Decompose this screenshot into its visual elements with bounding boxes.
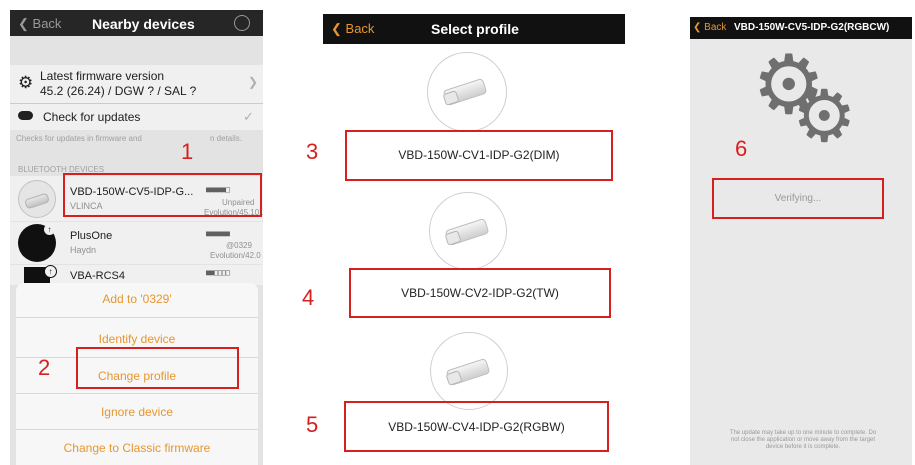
nav-bar: ❮ Back VBD-150W-CV5-IDP-G2(RGBCW)	[690, 17, 912, 39]
step-label-1: 1	[181, 139, 194, 164]
account-icon[interactable]	[234, 15, 250, 31]
highlight-device	[63, 173, 262, 217]
profile-label: VBD-150W-CV4-IDP-G2(RGBW)	[388, 420, 565, 434]
step-label-5: 5	[306, 412, 319, 437]
step-label-3: 3	[306, 139, 319, 164]
screen-select-profile: ❮ Back Select profile	[323, 14, 625, 465]
add-to-group-button[interactable]: Add to '0329'	[16, 292, 258, 306]
profile-option-1[interactable]: VBD-150W-CV1-IDP-G2(DIM)	[345, 130, 613, 181]
back-button[interactable]: ❮ Back	[331, 21, 374, 37]
ignore-device-button[interactable]: Ignore device	[16, 405, 258, 419]
step-label-2: 2	[38, 355, 51, 380]
step-label-4: 4	[302, 285, 315, 310]
gears-icon: ⚙ ⚙	[752, 45, 872, 159]
profile-label: VBD-150W-CV1-IDP-G2(DIM)	[398, 148, 560, 162]
step-label-6: 6	[735, 136, 748, 161]
page-title: Select profile	[431, 21, 519, 37]
nav-bar: ❮ Back Select profile	[323, 14, 625, 44]
back-button[interactable]: ❮ Back	[693, 22, 726, 33]
divider	[16, 317, 258, 318]
identify-device-button[interactable]: Identify device	[16, 332, 258, 346]
verifying-note: The update may take up to one minute to …	[729, 430, 877, 450]
divider	[16, 429, 258, 430]
profile-label: VBD-150W-CV2-IDP-G2(TW)	[401, 286, 559, 300]
page-title: VBD-150W-CV5-IDP-G2(RGBCW)	[734, 22, 890, 33]
back-button[interactable]: ❮ Back	[18, 16, 61, 32]
chevron-left-icon: ❮	[331, 21, 342, 36]
screen-verifying: ❮ Back VBD-150W-CV5-IDP-G2(RGBCW) ⚙ ⚙ Th…	[690, 17, 912, 465]
chevron-left-icon: ❮	[693, 22, 702, 33]
classic-firmware-button[interactable]: Change to Classic firmware	[16, 441, 258, 455]
chevron-left-icon: ❮	[18, 16, 29, 31]
page-title: Nearby devices	[92, 16, 195, 32]
verifying-label: Verifying...	[774, 193, 822, 204]
screen-nearby-devices: ❮ Back Nearby devices ⚙ Latest firmware …	[10, 10, 263, 465]
profile-option-3[interactable]: VBD-150W-CV4-IDP-G2(RGBW)	[344, 401, 609, 452]
gear-small-icon: ⚙	[792, 77, 857, 157]
highlight-change-profile	[76, 347, 239, 389]
verifying-status-box: Verifying...	[712, 178, 884, 219]
divider	[16, 393, 258, 394]
nav-bar: ❮ Back Nearby devices	[10, 10, 263, 36]
profile-option-2[interactable]: VBD-150W-CV2-IDP-G2(TW)	[349, 268, 611, 318]
